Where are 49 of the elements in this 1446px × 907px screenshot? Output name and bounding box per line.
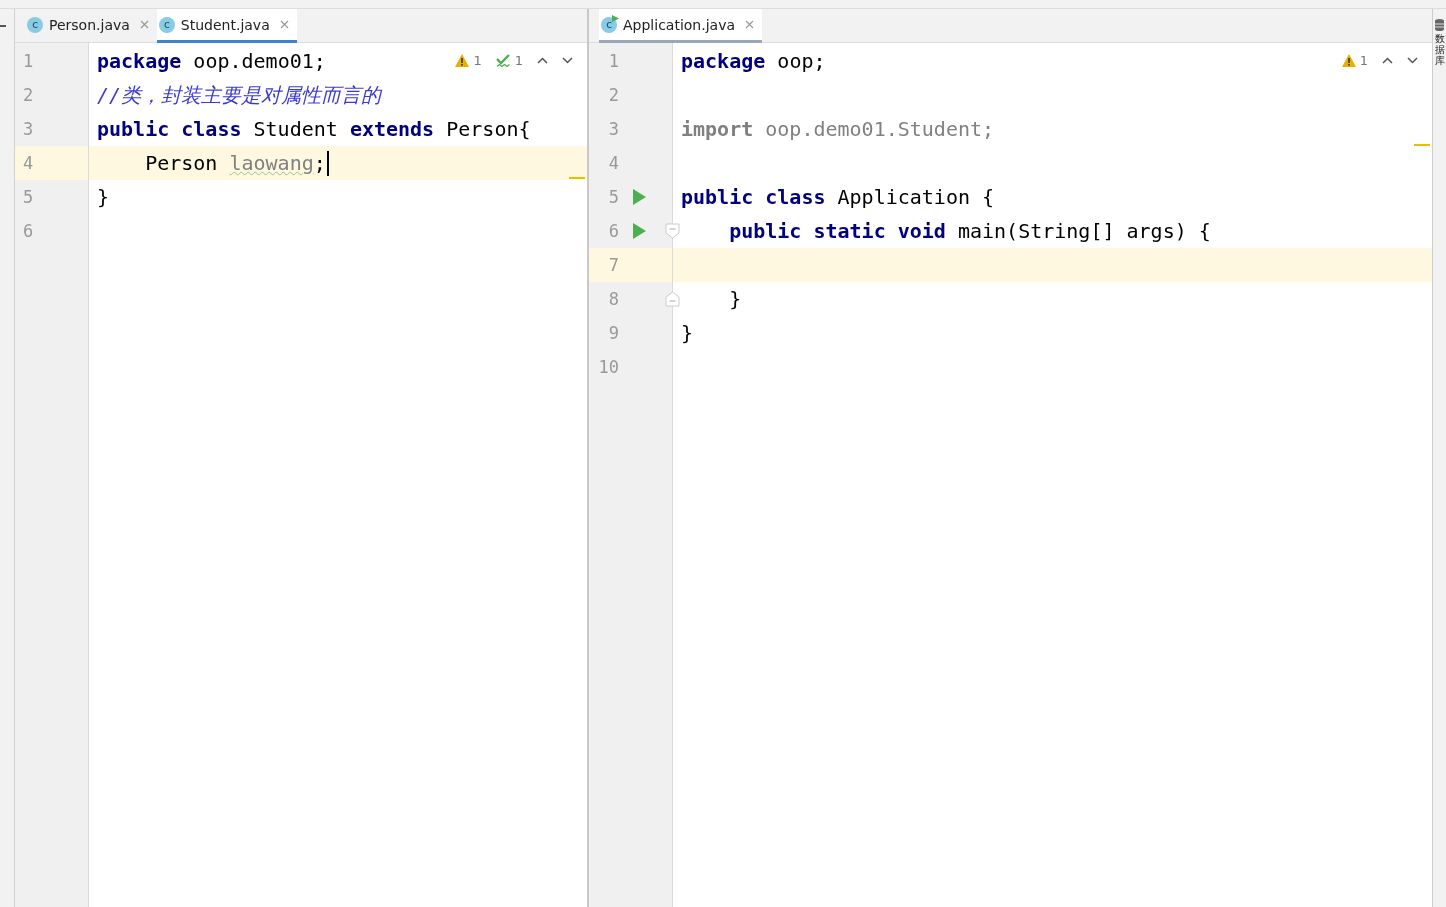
class-file-icon: c (27, 16, 43, 33)
code-line: package oop.demo01; (97, 49, 326, 73)
database-icon[interactable] (1435, 19, 1444, 31)
close-icon[interactable] (139, 20, 149, 29)
code-line: import oop.demo01.Student; (681, 117, 995, 141)
typo-counter[interactable]: 1 (495, 53, 523, 68)
close-icon[interactable] (279, 20, 289, 29)
line-number: 4 (607, 153, 619, 173)
line-number: 2 (22, 85, 35, 105)
code-line: } (728, 287, 742, 311)
code-line: Person laowang; (144, 151, 326, 175)
fold-marker-icon[interactable] (665, 223, 680, 239)
line-number: 2 (607, 85, 619, 105)
editor-tab[interactable]: c Person.java (25, 9, 157, 43)
line-number: 5 (22, 187, 35, 207)
previous-icon[interactable] (1382, 57, 1393, 64)
warning-counter[interactable]: 1 (455, 53, 482, 68)
run-icon[interactable] (633, 223, 646, 239)
close-icon[interactable] (745, 20, 754, 29)
class-file-icon: c (601, 16, 617, 33)
line-number: 1 (607, 51, 619, 71)
run-icon[interactable] (633, 189, 646, 205)
line-number: 7 (607, 255, 619, 275)
code-line: } (97, 185, 110, 209)
line-number: 10 (597, 357, 619, 377)
editor-tab[interactable]: c Application.java (599, 9, 762, 43)
line-number: 1 (22, 51, 35, 71)
line-number: 8 (607, 289, 619, 309)
next-icon[interactable] (1407, 57, 1418, 64)
line-number: 9 (607, 323, 619, 343)
fold-marker-icon[interactable] (665, 291, 680, 307)
line-number: 5 (607, 187, 619, 207)
code-line: } (681, 321, 694, 345)
code-line: //类，封装主要是对属性而言的 (97, 81, 382, 109)
line-number: 6 (22, 221, 35, 241)
code-line: public class Application { (681, 185, 995, 209)
code-line: public static void main(String[] args) { (728, 219, 1211, 243)
class-file-icon: c (158, 16, 175, 33)
code-line: public class Student extends Person{ (97, 117, 531, 141)
tool-window-label[interactable]: 数据库 (1434, 33, 1445, 66)
line-number: 3 (22, 119, 35, 139)
line-number: 3 (607, 119, 619, 139)
previous-icon[interactable] (537, 57, 548, 64)
line-number: 4 (22, 153, 35, 173)
next-icon[interactable] (562, 57, 573, 64)
code-line: package oop; (681, 49, 826, 73)
line-number: 6 (607, 221, 619, 241)
editor-tab[interactable]: c Student.java (156, 9, 297, 43)
warning-counter[interactable]: 1 (1341, 53, 1368, 68)
